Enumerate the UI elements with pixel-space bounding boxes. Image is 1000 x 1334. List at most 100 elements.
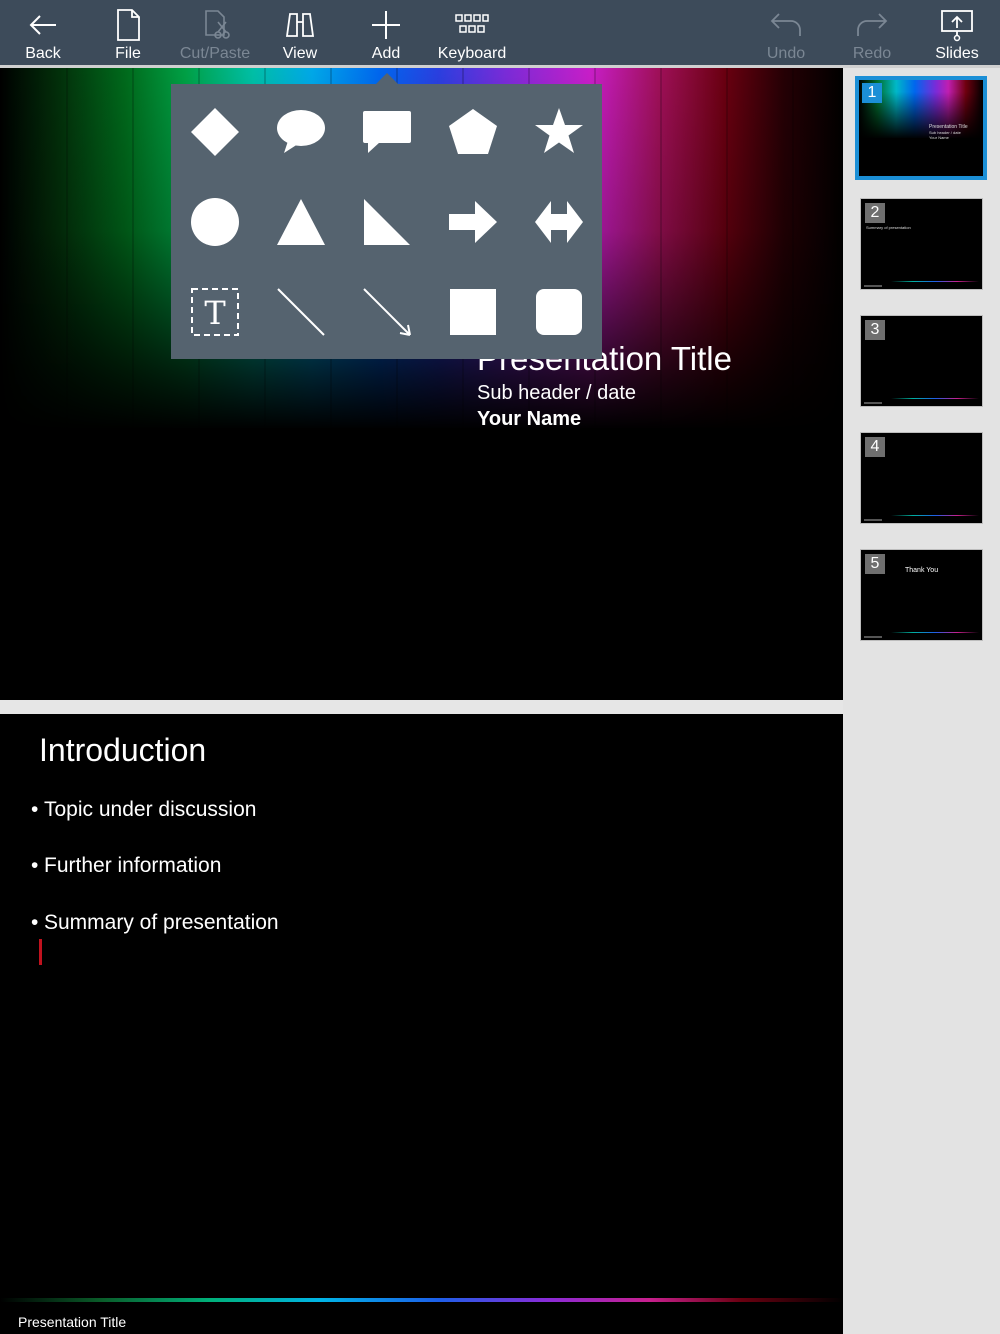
- shape-speech-bubble-button[interactable]: [271, 102, 331, 162]
- shape-double-arrow-button[interactable]: [529, 192, 589, 252]
- keyboard-icon: [455, 14, 489, 33]
- double-arrow-icon: [535, 201, 583, 243]
- slide-thumbnail-2[interactable]: Summary of presentation 2: [860, 198, 983, 290]
- cut-paste-icon: [205, 10, 230, 39]
- shape-arrow-line-button[interactable]: [357, 282, 417, 342]
- shape-circle-button[interactable]: [185, 192, 245, 252]
- thumb-footer-line: [891, 632, 979, 633]
- slide-thumbnails-panel: Presentation Title Sub header / date You…: [843, 68, 1000, 1334]
- bullet-item[interactable]: • Topic under discussion: [31, 798, 256, 822]
- thumb-number: 2: [865, 203, 885, 223]
- popup-pointer: [376, 73, 398, 84]
- file-label: File: [115, 45, 141, 62]
- thumb-footer-line: [891, 515, 979, 516]
- right-triangle-icon: [364, 199, 410, 245]
- shape-pentagon-button[interactable]: [443, 102, 503, 162]
- slide-thumbnail-3[interactable]: 3: [860, 315, 983, 407]
- thumb-footer: [864, 402, 882, 404]
- undo-icon: [770, 13, 801, 36]
- shape-rounded-square-button[interactable]: [529, 282, 589, 342]
- cut-paste-label: Cut/Paste: [179, 45, 251, 62]
- undo-button[interactable]: Undo: [766, 0, 806, 65]
- shape-line-button[interactable]: [271, 282, 331, 342]
- thumb-number: 5: [865, 554, 885, 574]
- speech-bubble-icon: [277, 110, 325, 153]
- redo-icon: [857, 13, 888, 36]
- rounded-square-icon: [536, 289, 582, 335]
- slide-thumbnail-1[interactable]: Presentation Title Sub header / date You…: [855, 76, 987, 180]
- footer-rainbow-line: [0, 1298, 843, 1302]
- presentation-icon: [941, 10, 973, 42]
- thumb-number: 3: [865, 320, 885, 340]
- shape-star-button[interactable]: [529, 102, 589, 162]
- bullet-item[interactable]: • Further information: [31, 854, 221, 878]
- redo-button[interactable]: Redo: [852, 0, 892, 65]
- svg-text:T: T: [204, 294, 226, 332]
- keyboard-label: Keyboard: [437, 45, 507, 62]
- plus-icon: [372, 11, 400, 39]
- cut-paste-button[interactable]: Cut/Paste: [180, 0, 250, 65]
- arrow-line-icon: [363, 288, 411, 336]
- thumb-number: 4: [865, 437, 885, 457]
- text-cursor: [39, 939, 42, 965]
- slide-1-author[interactable]: Your Name: [477, 408, 581, 431]
- file-icon: [117, 9, 140, 41]
- add-label: Add: [371, 45, 401, 62]
- thumb-line: Summary of presentation: [866, 225, 911, 230]
- thumb-author: Your Name: [929, 135, 949, 140]
- back-button[interactable]: Back: [22, 0, 64, 65]
- slide-gap: [0, 700, 843, 714]
- thumb-number: 1: [862, 83, 882, 103]
- arrow-right-icon: [449, 201, 497, 243]
- thumb-footer: [864, 519, 882, 521]
- diamond-icon: [191, 108, 239, 156]
- slide-thumbnail-4[interactable]: 4: [860, 432, 983, 524]
- shape-callout-button[interactable]: [357, 102, 417, 162]
- shape-text-box-button[interactable]: T: [185, 282, 245, 342]
- file-button[interactable]: File: [110, 0, 146, 65]
- shape-square-button[interactable]: [443, 282, 503, 342]
- line-icon: [277, 288, 325, 336]
- text-box-icon: T: [191, 288, 239, 336]
- bullet-text: Further information: [44, 854, 222, 877]
- thumb-footer: [864, 285, 882, 287]
- shape-diamond-button[interactable]: [185, 102, 245, 162]
- triangle-icon: [277, 199, 325, 245]
- slide-2-canvas[interactable]: Introduction • Topic under discussion • Fu…: [0, 714, 843, 1334]
- redo-label: Redo: [852, 45, 892, 62]
- toolbar: Back File Cut/Paste View Add Keyboard Un…: [0, 0, 1000, 65]
- slides-label: Slides: [935, 45, 979, 62]
- circle-icon: [191, 198, 239, 246]
- undo-label: Undo: [766, 45, 806, 62]
- bullet-item[interactable]: • Summary of presentation: [31, 911, 279, 935]
- bullet-dot: •: [31, 911, 39, 934]
- slide-thumbnail-5[interactable]: Thank You 5: [860, 549, 983, 641]
- shape-arrow-right-button[interactable]: [443, 192, 503, 252]
- view-button[interactable]: View: [280, 0, 320, 65]
- binoculars-icon: [285, 13, 315, 37]
- shape-right-triangle-button[interactable]: [357, 192, 417, 252]
- square-icon: [450, 289, 496, 335]
- star-icon: [535, 108, 583, 153]
- add-button[interactable]: Add: [366, 0, 406, 65]
- add-shape-popup: T: [171, 84, 602, 359]
- thumb-footer-line: [891, 398, 979, 399]
- back-arrow-icon: [29, 15, 56, 35]
- slide-2-footer: Presentation Title: [18, 1314, 127, 1330]
- slides-button[interactable]: Slides: [934, 0, 980, 65]
- view-label: View: [282, 45, 318, 62]
- back-label: Back: [25, 45, 61, 62]
- thumb-caption: Thank You: [905, 567, 939, 574]
- callout-icon: [363, 111, 411, 153]
- keyboard-button[interactable]: Keyboard: [438, 0, 506, 65]
- bullet-dot: •: [31, 798, 39, 821]
- bullet-dot: •: [31, 854, 39, 877]
- thumb-footer: [864, 636, 882, 638]
- shape-triangle-button[interactable]: [271, 192, 331, 252]
- pentagon-icon: [449, 109, 497, 154]
- slide-2-title[interactable]: Introduction: [39, 732, 206, 769]
- thumb-footer-line: [891, 281, 979, 282]
- bullet-text: Topic under discussion: [44, 798, 257, 821]
- slide-1-subtitle[interactable]: Sub header / date: [477, 382, 636, 405]
- bullet-text: Summary of presentation: [44, 911, 279, 934]
